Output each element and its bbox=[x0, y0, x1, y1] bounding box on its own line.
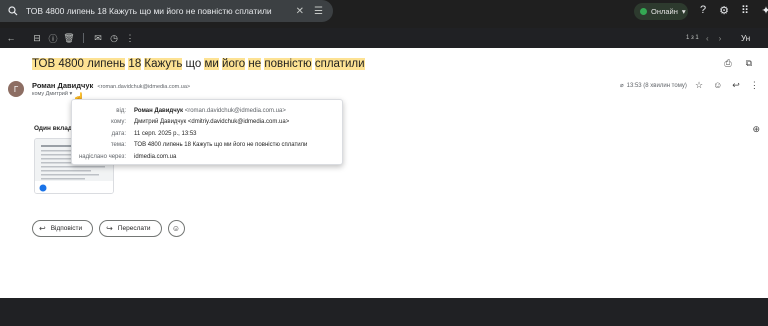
apps-icon[interactable]: ⠿ bbox=[739, 4, 751, 17]
popup-row: дата: 11 серп. 2025 р., 13:53 bbox=[72, 128, 342, 140]
popup-row: тема: ТОВ 4800 липень 18 Кажуть що ми йог… bbox=[72, 140, 342, 152]
toolbar-divider bbox=[83, 33, 84, 43]
input-language-selector[interactable]: Ун bbox=[741, 34, 750, 43]
online-status-icon bbox=[640, 8, 647, 15]
reply-label: Відповісти bbox=[50, 225, 83, 232]
delete-icon[interactable]: 🗑 bbox=[61, 33, 77, 44]
search-input[interactable]: ТОВ 4800 липень 18 Кажуть що ми його не … bbox=[26, 6, 296, 16]
emoji-button[interactable]: ☺ bbox=[167, 220, 185, 237]
more-icon[interactable]: ⋮ bbox=[750, 80, 759, 91]
subject-part: його bbox=[222, 58, 246, 70]
popup-row-label: дата: bbox=[111, 130, 126, 137]
popup-row: кому: Дмитрий Давидчук <dmitriy.davidchuk… bbox=[72, 117, 342, 129]
mark-unread-icon[interactable]: ✉ bbox=[90, 33, 106, 44]
message-count: 1 з 1 bbox=[686, 35, 699, 41]
status-label: Онлайн bbox=[651, 7, 678, 16]
open-new-window-icon[interactable]: ⧉ bbox=[746, 58, 752, 69]
popup-row-label: кому: bbox=[111, 119, 126, 126]
subject-part: повністю bbox=[264, 58, 312, 70]
report-spam-icon[interactable]: ⓘ bbox=[45, 32, 61, 45]
popup-row-value: idmedia.com.ua bbox=[134, 153, 177, 160]
attachment-clip-icon: ⌀ bbox=[620, 83, 624, 89]
search-bar[interactable]: ТОВ 4800 липень 18 Кажуть що ми його не … bbox=[0, 0, 333, 22]
help-icon[interactable]: ? bbox=[697, 4, 709, 17]
settings-icon[interactable]: ⚙ bbox=[718, 4, 730, 17]
popup-row-label: від: bbox=[116, 107, 126, 114]
more-options-icon[interactable]: ⋮ bbox=[122, 33, 138, 44]
popup-sender-name: Роман Давидчук bbox=[134, 107, 184, 114]
popup-row-value: Роман Давидчук <roman.davidchuk@idmedia.… bbox=[134, 108, 286, 114]
sender-email: <roman.davidchuk@idmedia.com.ua> bbox=[97, 84, 191, 90]
subject-part: не bbox=[248, 58, 262, 70]
subject-part: сплатили bbox=[314, 58, 365, 70]
popup-row: від: Роман Давидчук <roman.davidchuk@idme… bbox=[72, 105, 342, 117]
bottom-bar bbox=[0, 298, 768, 326]
print-icon[interactable]: ⎙ bbox=[724, 58, 731, 69]
search-options-icon[interactable]: ☰ bbox=[314, 6, 323, 17]
forward-button[interactable]: ↪ Переслати bbox=[99, 220, 162, 237]
message-time: ⌀ 13:53 (8 хвилин тому) bbox=[620, 82, 687, 90]
subject-part: Кажуть bbox=[144, 58, 183, 70]
popup-row-value: 11 серп. 2025 р., 13:53 bbox=[134, 130, 197, 137]
to-line: кому Дмитрий bbox=[32, 91, 68, 97]
popup-row-label: надіслано через: bbox=[78, 153, 126, 160]
subject-part: 18 bbox=[128, 58, 142, 70]
subject-part: ми bbox=[204, 58, 219, 70]
forward-label: Переслати bbox=[117, 225, 151, 232]
top-bar: ТОВ 4800 липень 18 Кажуть що ми його не … bbox=[0, 0, 768, 24]
popup-row-value: Дмитрий Давидчук <dmitriy.davidchuk@idme… bbox=[134, 119, 290, 126]
reply-arrow-icon: ↩ bbox=[39, 224, 46, 233]
status-dropdown[interactable]: Онлайн ▾ bbox=[634, 3, 688, 20]
popup-sender-email: <roman.davidchuk@idmedia.com.ua> bbox=[183, 107, 286, 114]
popup-row: надіслано через: idmedia.com.ua bbox=[72, 151, 342, 163]
next-message-icon[interactable]: › bbox=[719, 34, 722, 43]
sender-name: Роман Давидчук bbox=[32, 81, 94, 90]
archive-icon[interactable]: ⊟ bbox=[29, 33, 45, 44]
back-arrow-icon[interactable]: ← bbox=[3, 33, 19, 43]
popup-row-value: ТОВ 4800 липень 18 Кажуть що ми його не … bbox=[134, 142, 308, 149]
clear-search-icon[interactable]: ✕ bbox=[296, 6, 304, 17]
time-text: 13:53 (8 хвилин тому) bbox=[626, 82, 687, 89]
message-pane: ТОВ 4800 липень 18 Кажуть що ми його не … bbox=[0, 48, 768, 298]
avatar: Г bbox=[8, 81, 24, 97]
message-toolbar: ← ⊟ ⓘ 🗑 ✉ ◷ ⋮ 1 з 1 ‹ › Ун bbox=[0, 28, 768, 48]
message-details-popup: від: Роман Давидчук <roman.davidchuk@idme… bbox=[71, 99, 343, 165]
subject-part: що bbox=[182, 58, 205, 70]
subject-part: ТОВ 4800 bbox=[32, 58, 88, 70]
star-icon[interactable]: ☆ bbox=[695, 80, 703, 91]
reply-button[interactable]: ↩ Відповісти bbox=[32, 220, 94, 237]
emoji-react-icon[interactable]: ☺ bbox=[713, 80, 722, 91]
add-to-drive-icon[interactable]: ⊕ bbox=[752, 124, 760, 135]
popup-row-label: тема: bbox=[110, 142, 126, 149]
recipient-details-toggle[interactable]: кому Дмитрий ▾ bbox=[32, 91, 72, 97]
search-icon[interactable] bbox=[0, 6, 26, 16]
subject-part: липень bbox=[87, 58, 126, 70]
forward-arrow-icon: ↪ bbox=[106, 224, 113, 233]
snooze-icon[interactable]: ◷ bbox=[106, 33, 122, 44]
sender: Роман Давидчук <roman.davidchuk@idmedia.… bbox=[32, 81, 190, 90]
prev-message-icon[interactable]: ‹ bbox=[706, 34, 709, 43]
email-subject: ТОВ 4800 липень 18 Кажуть що ми його не … bbox=[32, 58, 365, 70]
reply-icon[interactable]: ↩ bbox=[732, 80, 740, 91]
gemini-icon[interactable]: ✦ bbox=[760, 4, 768, 17]
chevron-down-icon: ▾ bbox=[681, 7, 686, 16]
